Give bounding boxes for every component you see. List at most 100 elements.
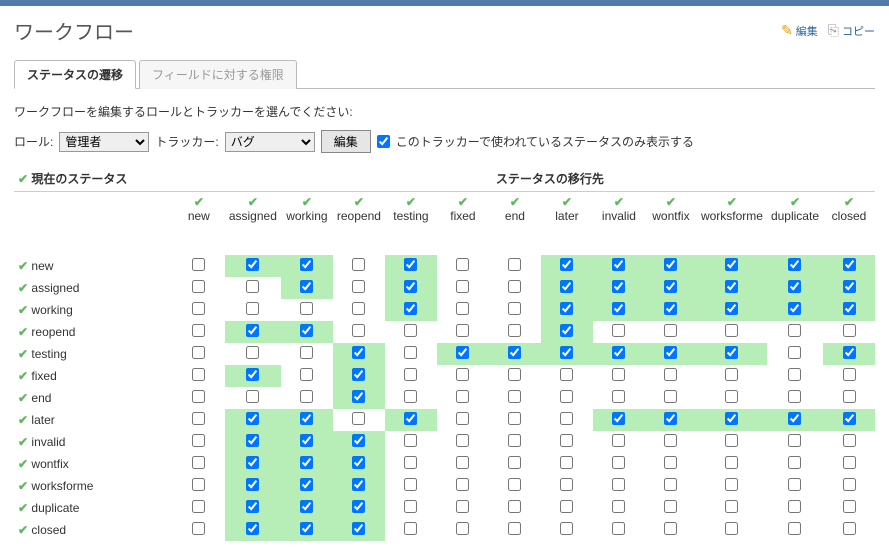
transition-checkbox[interactable] (612, 390, 625, 403)
transition-checkbox[interactable] (843, 280, 856, 293)
transition-checkbox[interactable] (246, 456, 259, 469)
transition-checkbox[interactable] (192, 456, 205, 469)
transition-checkbox[interactable] (725, 302, 738, 315)
transition-checkbox[interactable] (352, 302, 365, 315)
transition-checkbox[interactable] (788, 258, 801, 271)
transition-checkbox[interactable] (560, 280, 573, 293)
transition-checkbox[interactable] (300, 368, 313, 381)
transition-checkbox[interactable] (725, 500, 738, 513)
transition-checkbox[interactable] (508, 258, 521, 271)
transition-checkbox[interactable] (456, 302, 469, 315)
transition-checkbox[interactable] (404, 258, 417, 271)
transition-checkbox[interactable] (612, 434, 625, 447)
transition-checkbox[interactable] (788, 390, 801, 403)
transition-checkbox[interactable] (664, 434, 677, 447)
transition-checkbox[interactable] (843, 368, 856, 381)
only-used-checkbox[interactable] (377, 135, 390, 148)
transition-checkbox[interactable] (843, 258, 856, 271)
transition-checkbox[interactable] (404, 346, 417, 359)
role-select[interactable]: 管理者 (59, 132, 149, 152)
transition-checkbox[interactable] (192, 478, 205, 491)
transition-checkbox[interactable] (508, 522, 521, 535)
transition-checkbox[interactable] (246, 500, 259, 513)
transition-checkbox[interactable] (664, 412, 677, 425)
transition-checkbox[interactable] (612, 456, 625, 469)
transition-checkbox[interactable] (246, 390, 259, 403)
transition-checkbox[interactable] (788, 478, 801, 491)
transition-checkbox[interactable] (456, 522, 469, 535)
transition-checkbox[interactable] (788, 302, 801, 315)
transition-checkbox[interactable] (508, 434, 521, 447)
transition-checkbox[interactable] (664, 522, 677, 535)
transition-checkbox[interactable] (664, 346, 677, 359)
transition-checkbox[interactable] (456, 434, 469, 447)
transition-checkbox[interactable] (788, 280, 801, 293)
edit-button[interactable]: 編集 (321, 130, 371, 153)
edit-link[interactable]: 編集 (781, 22, 818, 39)
transition-checkbox[interactable] (788, 522, 801, 535)
transition-checkbox[interactable] (192, 302, 205, 315)
transition-checkbox[interactable] (456, 390, 469, 403)
transition-checkbox[interactable] (508, 368, 521, 381)
transition-checkbox[interactable] (404, 500, 417, 513)
transition-checkbox[interactable] (300, 346, 313, 359)
transition-checkbox[interactable] (246, 324, 259, 337)
transition-checkbox[interactable] (725, 324, 738, 337)
transition-checkbox[interactable] (404, 302, 417, 315)
transition-checkbox[interactable] (192, 412, 205, 425)
transition-checkbox[interactable] (560, 258, 573, 271)
transition-checkbox[interactable] (246, 346, 259, 359)
transition-checkbox[interactable] (192, 368, 205, 381)
transition-checkbox[interactable] (788, 434, 801, 447)
transition-checkbox[interactable] (560, 434, 573, 447)
transition-checkbox[interactable] (788, 346, 801, 359)
transition-checkbox[interactable] (456, 368, 469, 381)
transition-checkbox[interactable] (612, 302, 625, 315)
transition-checkbox[interactable] (404, 412, 417, 425)
transition-checkbox[interactable] (560, 346, 573, 359)
transition-checkbox[interactable] (664, 280, 677, 293)
transition-checkbox[interactable] (788, 500, 801, 513)
transition-checkbox[interactable] (725, 478, 738, 491)
transition-checkbox[interactable] (560, 390, 573, 403)
transition-checkbox[interactable] (404, 368, 417, 381)
transition-checkbox[interactable] (664, 390, 677, 403)
transition-checkbox[interactable] (456, 456, 469, 469)
transition-checkbox[interactable] (246, 434, 259, 447)
transition-checkbox[interactable] (508, 324, 521, 337)
transition-checkbox[interactable] (456, 412, 469, 425)
transition-checkbox[interactable] (725, 280, 738, 293)
transition-checkbox[interactable] (300, 434, 313, 447)
transition-checkbox[interactable] (246, 522, 259, 535)
transition-checkbox[interactable] (404, 456, 417, 469)
transition-checkbox[interactable] (300, 412, 313, 425)
transition-checkbox[interactable] (664, 368, 677, 381)
transition-checkbox[interactable] (612, 280, 625, 293)
transition-checkbox[interactable] (300, 258, 313, 271)
transition-checkbox[interactable] (843, 346, 856, 359)
transition-checkbox[interactable] (192, 280, 205, 293)
copy-link[interactable]: コピー (828, 22, 875, 39)
transition-checkbox[interactable] (508, 478, 521, 491)
transition-checkbox[interactable] (725, 390, 738, 403)
transition-checkbox[interactable] (788, 456, 801, 469)
transition-checkbox[interactable] (725, 258, 738, 271)
transition-checkbox[interactable] (352, 434, 365, 447)
transition-checkbox[interactable] (843, 324, 856, 337)
transition-checkbox[interactable] (612, 500, 625, 513)
transition-checkbox[interactable] (612, 368, 625, 381)
transition-checkbox[interactable] (560, 412, 573, 425)
transition-checkbox[interactable] (352, 456, 365, 469)
transition-checkbox[interactable] (612, 522, 625, 535)
transition-checkbox[interactable] (612, 346, 625, 359)
transition-checkbox[interactable] (300, 302, 313, 315)
transition-checkbox[interactable] (352, 500, 365, 513)
transition-checkbox[interactable] (300, 500, 313, 513)
tab-field-permissions[interactable]: フィールドに対する権限 (139, 60, 297, 89)
transition-checkbox[interactable] (352, 346, 365, 359)
transition-checkbox[interactable] (560, 522, 573, 535)
transition-checkbox[interactable] (352, 522, 365, 535)
transition-checkbox[interactable] (560, 368, 573, 381)
transition-checkbox[interactable] (246, 412, 259, 425)
transition-checkbox[interactable] (352, 412, 365, 425)
